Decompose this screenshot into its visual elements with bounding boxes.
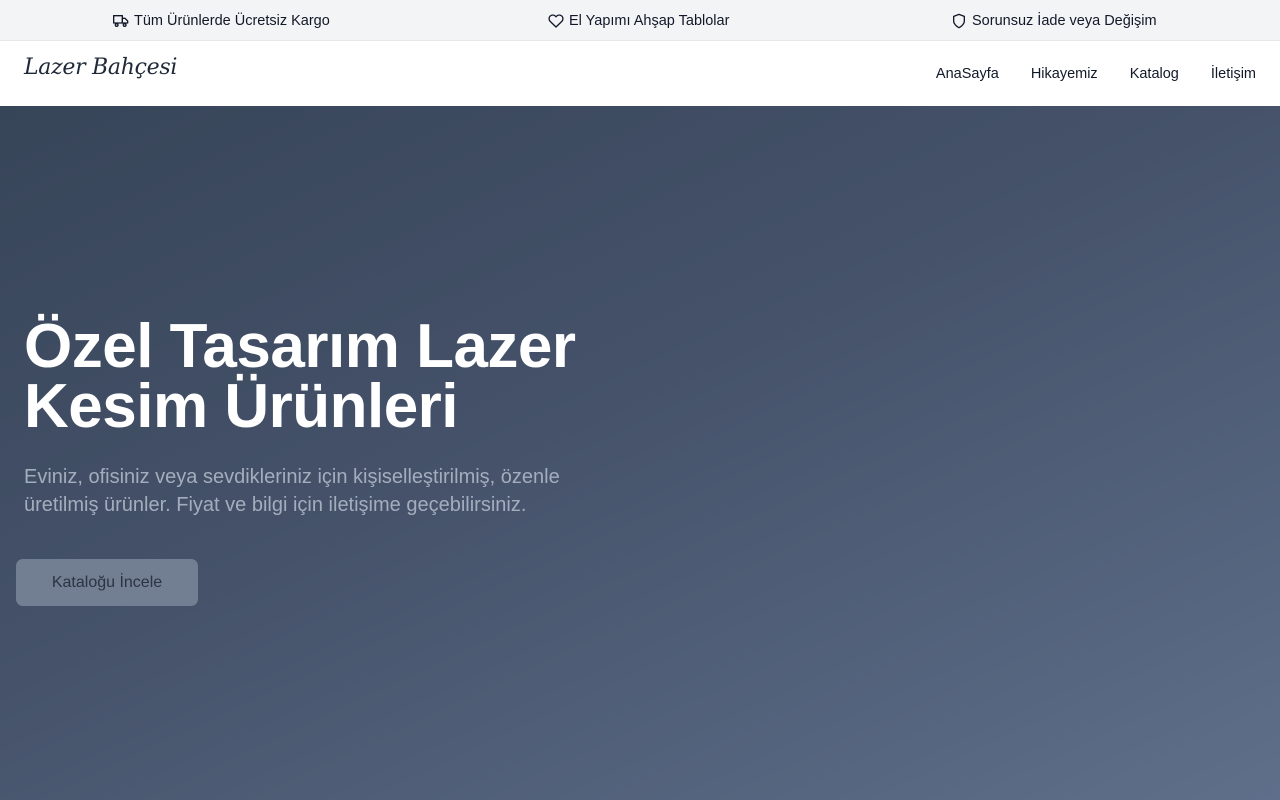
announcement-returns: Sorunsuz İade veya Değişim bbox=[951, 0, 1157, 41]
announcement-text: Tüm Ürünlerde Ücretsiz Kargo bbox=[134, 12, 330, 29]
site-header: Lazer Bahçesi AnaSayfa Hikayemiz Katalog… bbox=[0, 41, 1280, 106]
announcement-text: El Yapımı Ahşap Tablolar bbox=[569, 12, 730, 29]
announcement-handmade: El Yapımı Ahşap Tablolar bbox=[548, 0, 729, 41]
main-nav: AnaSayfa Hikayemiz Katalog İletişim bbox=[936, 41, 1256, 106]
nav-link-story[interactable]: Hikayemiz bbox=[1031, 66, 1098, 82]
site-logo[interactable]: Lazer Bahçesi bbox=[24, 55, 177, 80]
announcement-bar: Tüm Ürünlerde Ücretsiz Kargo El Yapımı A… bbox=[0, 0, 1280, 41]
truck-icon bbox=[113, 13, 129, 29]
nav-link-contact[interactable]: İletişim bbox=[1211, 66, 1256, 82]
hero-subtitle: Eviniz, ofisiniz veya sevdikleriniz için… bbox=[24, 466, 560, 516]
shield-icon bbox=[951, 13, 967, 29]
nav-link-catalog[interactable]: Katalog bbox=[1130, 66, 1179, 82]
hero-title: Özel Tasarım Lazer Kesim Ürünleri bbox=[24, 312, 576, 441]
heart-icon bbox=[548, 13, 564, 29]
announcement-free-shipping: Tüm Ürünlerde Ücretsiz Kargo bbox=[113, 0, 330, 41]
browse-catalog-button[interactable]: Kataloğu İncele bbox=[16, 559, 198, 606]
hero-section: Özel Tasarım Lazer Kesim Ürünleri Eviniz… bbox=[0, 106, 1280, 800]
nav-link-home[interactable]: AnaSayfa bbox=[936, 66, 999, 82]
announcement-text: Sorunsuz İade veya Değişim bbox=[972, 12, 1157, 29]
